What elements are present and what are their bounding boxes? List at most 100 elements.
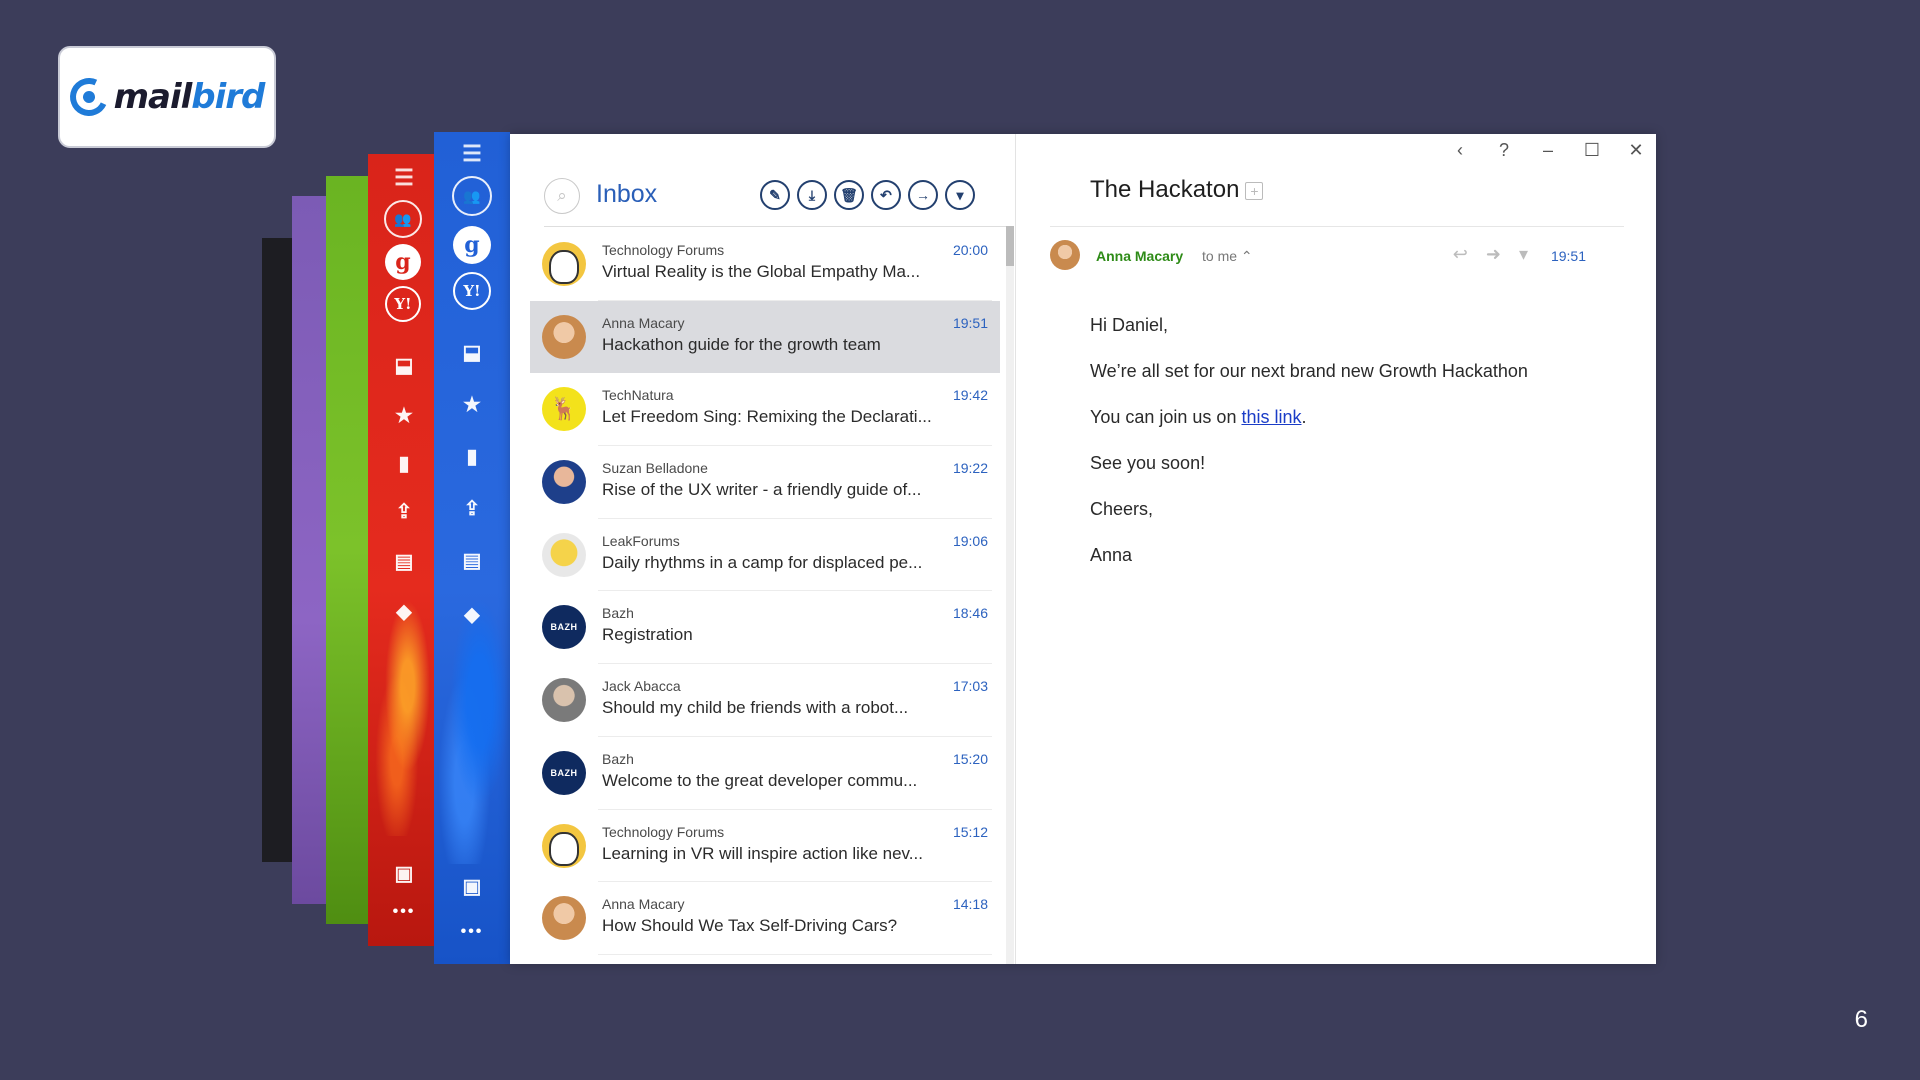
- archive-icon[interactable]: ▤: [458, 546, 486, 574]
- list-item[interactable]: Technology Forums Virtual Reality is the…: [530, 228, 1000, 301]
- list-header: ⌕ Inbox ✎ ⤓ 🗑 ↶ → ▾: [510, 170, 1016, 222]
- timestamp: 15:20: [952, 750, 988, 767]
- menu-icon[interactable]: ☰: [390, 165, 418, 190]
- list-item[interactable]: BAZH Bazh Welcome to the great developer…: [530, 737, 1000, 810]
- body-line: Cheers,: [1090, 499, 1154, 519]
- body-line: You can join us on this link.: [1090, 407, 1307, 427]
- body-line: We’re all set for our next brand new Gro…: [1090, 361, 1528, 381]
- subject: Rise of the UX writer - a friendly guide…: [602, 480, 922, 500]
- star-icon[interactable]: ★: [390, 402, 418, 428]
- avatar: [542, 242, 586, 286]
- yahoo-account-icon[interactable]: Y!: [385, 286, 421, 322]
- drafts-icon[interactable]: ▮: [458, 442, 486, 470]
- sent-icon[interactable]: ⇪: [458, 494, 486, 522]
- reading-pane: The Hackaton + Anna Macary to me ⌃ ↩ ➜ ▾ …: [1016, 134, 1656, 964]
- avatar: BAZH: [542, 605, 586, 650]
- sender-name: Anna Macary: [602, 314, 685, 331]
- reply-icon[interactable]: ↶: [871, 180, 901, 210]
- inbox-icon[interactable]: ⬓: [458, 338, 486, 366]
- sender-name: Technology Forums: [602, 242, 725, 258]
- archive-icon[interactable]: ▤: [390, 548, 418, 574]
- address-book-icon[interactable]: ▣: [458, 872, 486, 900]
- subject: Welcome to the great developer commu...: [602, 770, 918, 790]
- trash-icon[interactable]: 🗑: [834, 180, 864, 210]
- list-item[interactable]: BAZH Bazh Registration 18:46: [530, 591, 1000, 664]
- list-item[interactable]: Suzan Belladone Rise of the UX writer - …: [530, 446, 1000, 519]
- mailbird-logo-text: mailbird: [113, 77, 266, 117]
- timestamp: 19:22: [952, 460, 988, 477]
- more-icon[interactable]: ▾: [945, 180, 975, 210]
- sender-name: Jack Abacca: [602, 678, 681, 695]
- sender-name[interactable]: Anna Macary: [1096, 248, 1183, 264]
- timestamp: 19:42: [952, 387, 988, 404]
- sender-row: Anna Macary to me ⌃ ↩ ➜ ▾ 19:51: [1050, 240, 1624, 270]
- theme-rail-blue: ☰ 👥 g Y! ⬓ ★ ▮ ⇪ ▤ ◆ ▣ •••: [434, 132, 510, 964]
- inbox-icon[interactable]: ⬓: [390, 352, 418, 378]
- address-book-icon[interactable]: ▣: [390, 860, 418, 886]
- sent-icon[interactable]: ⇪: [390, 498, 418, 524]
- timestamp: 15:12: [952, 823, 988, 840]
- timestamp: 17:03: [952, 678, 988, 695]
- tag-icon[interactable]: ◆: [390, 598, 418, 624]
- more-apps-icon[interactable]: •••: [454, 922, 490, 942]
- list-toolbar: ✎ ⤓ 🗑 ↶ → ▾: [760, 180, 975, 210]
- search-icon[interactable]: ⌕: [544, 178, 580, 214]
- compose-icon[interactable]: ✎: [760, 180, 790, 210]
- list-item[interactable]: LeakForums Daily rhythms in a camp for d…: [530, 519, 1000, 592]
- download-icon[interactable]: ⤓: [797, 180, 827, 210]
- folder-title: Inbox: [596, 180, 658, 208]
- avatar: [542, 823, 586, 868]
- theme-rail-red: ☰ 👥 g Y! ⬓ ★ ▮ ⇪ ▤ ◆ ▣ •••: [368, 154, 440, 946]
- sender-name: Bazh: [602, 605, 634, 622]
- subject: Hackathon guide for the growth team: [602, 334, 881, 354]
- timestamp: 19:06: [952, 532, 988, 549]
- subject: Daily rhythms in a camp for displaced pe…: [602, 552, 923, 572]
- google-account-icon[interactable]: g: [385, 244, 421, 280]
- dragon-artwork: [434, 594, 510, 864]
- timestamp: 18:46: [952, 605, 988, 622]
- list-scrollbar[interactable]: [1006, 226, 1014, 964]
- body-line: See you soon!: [1090, 453, 1206, 473]
- avatar: [542, 314, 586, 359]
- mail-window: ‹ ? – ☐ ✕ ⌕ Inbox ✎ ⤓ 🗑 ↶ → ▾ Technology: [510, 134, 1656, 964]
- body-line: Hi Daniel,: [1090, 315, 1169, 335]
- drafts-icon[interactable]: ▮: [390, 450, 418, 476]
- reply-icon[interactable]: ↩: [1453, 244, 1468, 265]
- mailbird-logo: mailbird: [58, 46, 276, 148]
- avatar: [542, 532, 586, 577]
- list-item[interactable]: 🦌 TechNatura Let Freedom Sing: Remixing …: [530, 373, 1000, 446]
- recipients-toggle[interactable]: to me ⌃: [1202, 248, 1253, 265]
- join-link[interactable]: this link: [1241, 407, 1301, 427]
- message-actions: ↩ ➜ ▾: [1453, 244, 1528, 265]
- yahoo-account-icon[interactable]: Y!: [453, 272, 491, 310]
- list-item[interactable]: Anna Macary Hackathon guide for the grow…: [530, 300, 1000, 374]
- google-account-icon[interactable]: g: [453, 226, 491, 264]
- body-line: Anna: [1090, 545, 1133, 565]
- sender-name: Technology Forums: [602, 823, 725, 840]
- avatar: [542, 896, 586, 941]
- timestamp: 14:18: [952, 896, 988, 913]
- chevron-down-icon[interactable]: ▾: [1519, 244, 1528, 265]
- contacts-icon[interactable]: 👥: [384, 200, 422, 238]
- forward-icon[interactable]: ➜: [1486, 244, 1501, 265]
- timestamp: 20:00: [952, 242, 988, 258]
- contacts-icon[interactable]: 👥: [452, 176, 492, 216]
- add-label-icon[interactable]: +: [1245, 181, 1264, 200]
- sender-name: Anna Macary: [602, 896, 685, 913]
- menu-icon[interactable]: ☰: [458, 141, 486, 166]
- page-number: 6: [1854, 1006, 1868, 1033]
- avatar: [542, 460, 586, 505]
- more-apps-icon[interactable]: •••: [386, 902, 422, 922]
- subject: Learning in VR will inspire action like …: [602, 843, 923, 863]
- timestamp: 19:51: [952, 314, 988, 331]
- message-list-pane: ⌕ Inbox ✎ ⤓ 🗑 ↶ → ▾ Technology Forums Vi…: [510, 134, 1016, 964]
- star-icon[interactable]: ★: [458, 390, 486, 418]
- list-item[interactable]: Technology Forums Learning in VR will in…: [530, 810, 1000, 883]
- scrollbar-thumb[interactable]: [1006, 226, 1014, 266]
- list-item[interactable]: Anna Macary How Should We Tax Self-Drivi…: [530, 882, 1000, 955]
- list-item[interactable]: Jack Abacca Should my child be friends w…: [530, 664, 1000, 737]
- tag-icon[interactable]: ◆: [458, 600, 486, 628]
- forward-icon[interactable]: →: [908, 180, 938, 210]
- subject: Let Freedom Sing: Remixing the Declarati…: [602, 407, 932, 427]
- divider: [1050, 226, 1624, 227]
